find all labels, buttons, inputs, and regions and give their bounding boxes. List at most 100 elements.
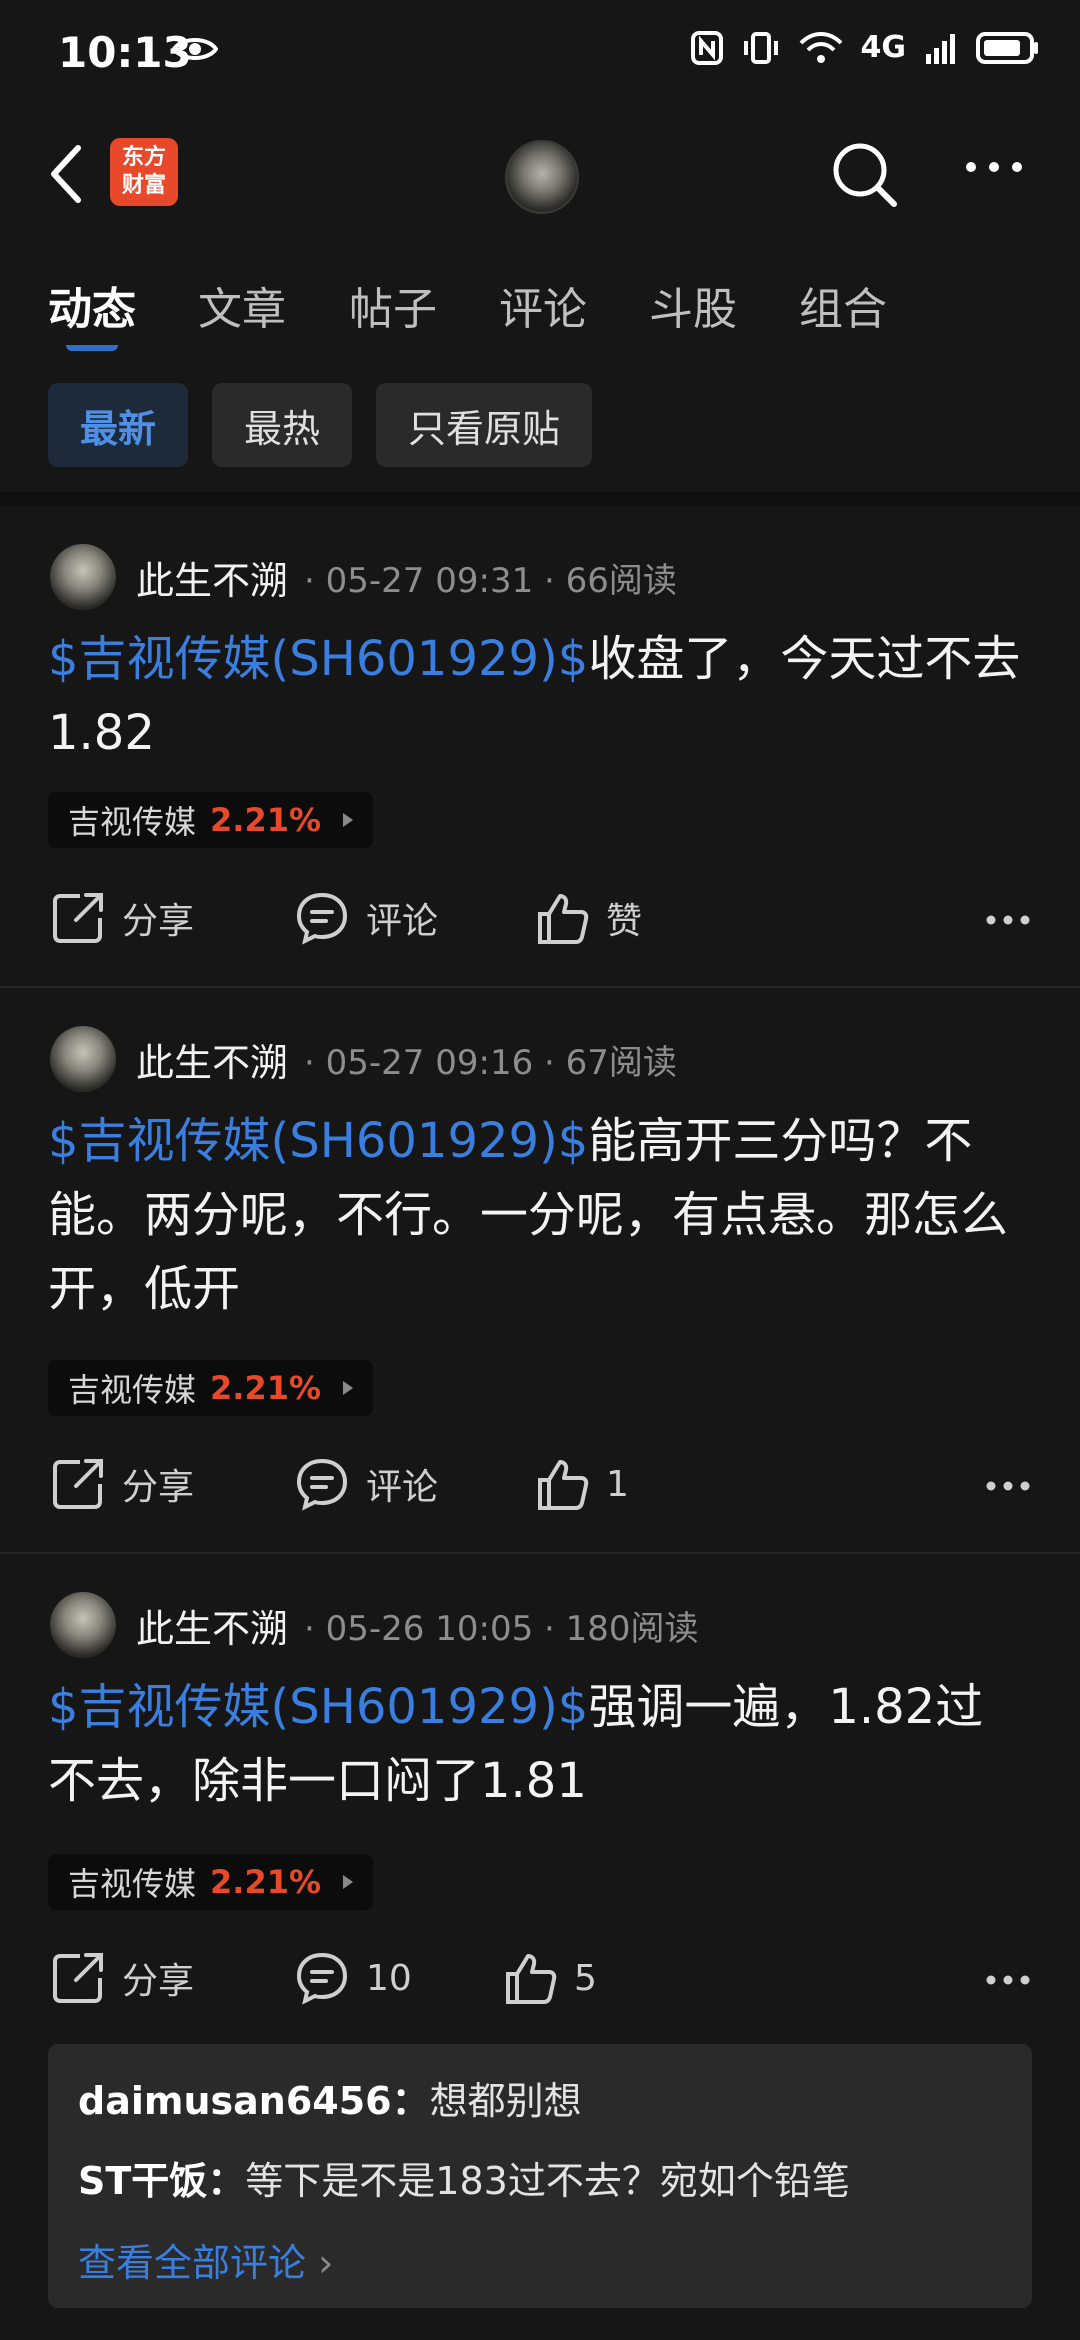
stock-tag[interactable]: 吉视传媒 2.21% xyxy=(48,792,374,848)
tab-posts[interactable]: 帖子 xyxy=(349,273,437,337)
thumbs-up-icon xyxy=(538,1460,589,1510)
battery-icon xyxy=(976,31,1038,64)
post-item[interactable]: 此生不溯 · 05-27 09:16 · 67阅读 $吉视传媒(SH601929… xyxy=(0,988,1080,1554)
comment-preview-box[interactable]: daimusan6456：想都别想 ST干饭：等下是不是183过不去？宛如个铅笔… xyxy=(48,2044,1032,2308)
section-divider xyxy=(0,492,1080,506)
share-label: 分享 xyxy=(122,901,195,942)
view-all-comments-link[interactable]: 查看全部评论 › xyxy=(78,2232,333,2287)
signal-icon xyxy=(926,33,955,64)
comment-button[interactable]: 评论 xyxy=(294,890,438,946)
stock-tag-name: 吉视传媒 xyxy=(68,1371,197,1409)
comment-text: 想都别想 xyxy=(429,2079,582,2123)
post-actions: 分享 10 5 xyxy=(50,1950,1030,2020)
share-button[interactable]: 分享 xyxy=(50,1456,194,1512)
comment-text: 等下是不是183过不去？宛如个铅笔 xyxy=(245,2159,850,2203)
post-content[interactable]: $吉视传媒(SH601929)$收盘了，今天过不去1.82 xyxy=(48,622,1028,770)
stock-tag[interactable]: 吉视传媒 2.21% xyxy=(48,1854,374,1910)
tab-portfolio[interactable]: 组合 xyxy=(799,273,887,337)
stock-tag-change: 2.21% xyxy=(210,1369,322,1407)
stock-tag-change: 2.21% xyxy=(210,1863,322,1901)
stock-link[interactable]: $吉视传媒(SH601929)$ xyxy=(48,631,588,687)
like-button[interactable]: 5 xyxy=(502,1950,597,2006)
caret-right-icon xyxy=(343,813,354,827)
like-button[interactable]: 1 xyxy=(534,1456,629,1512)
post-content[interactable]: $吉视传媒(SH601929)$能高开三分吗？不能。两分呢，不行。一分呢，有点悬… xyxy=(48,1104,1028,1326)
more-icon[interactable] xyxy=(986,1480,1030,1492)
comment-icon xyxy=(296,1458,348,1511)
stock-link[interactable]: $吉视传媒(SH601929)$ xyxy=(48,1113,588,1169)
post-author-row: 此生不溯 · 05-27 09:31 · 66阅读 xyxy=(50,544,677,610)
share-icon xyxy=(53,1459,103,1509)
post-author-row: 此生不溯 · 05-26 10:05 · 180阅读 xyxy=(50,1592,699,1658)
caret-right-icon xyxy=(343,1381,354,1395)
thumbs-up-icon xyxy=(538,894,589,944)
caret-right-icon xyxy=(343,1875,354,1889)
stock-tag[interactable]: 吉视传媒 2.21% xyxy=(48,1360,374,1416)
more-options-icon[interactable] xyxy=(964,160,1024,174)
tab-comments[interactable]: 评论 xyxy=(499,273,587,337)
comment-label: 评论 xyxy=(366,901,439,942)
more-icon[interactable] xyxy=(986,914,1030,926)
comment-button[interactable]: 10 xyxy=(294,1950,412,2006)
stock-tag-change: 2.21% xyxy=(210,801,322,839)
app-logo[interactable]: 东方 财富 xyxy=(110,138,178,206)
comment-user[interactable]: ST干饭： xyxy=(78,2159,245,2203)
filter-latest[interactable]: 最新 xyxy=(48,383,189,467)
filter-hottest[interactable]: 最热 xyxy=(212,383,353,467)
share-icon xyxy=(53,893,103,943)
tab-dynamics[interactable]: 动态 xyxy=(48,273,136,337)
chevron-right-icon: › xyxy=(318,2241,334,2285)
author-avatar[interactable] xyxy=(50,1026,116,1092)
stock-link[interactable]: $吉视传媒(SH601929)$ xyxy=(48,1679,588,1735)
top-bar: 东方 财富 xyxy=(0,120,1080,230)
comment-item[interactable]: ST干饭：等下是不是183过不去？宛如个铅笔 xyxy=(78,2150,850,2205)
logo-text-1: 东方 xyxy=(121,145,166,170)
post-item[interactable]: 此生不溯 · 05-27 09:31 · 66阅读 $吉视传媒(SH601929… xyxy=(0,506,1080,988)
more-icon[interactable] xyxy=(986,1974,1030,1986)
like-label: 赞 xyxy=(606,901,643,942)
active-tab-indicator xyxy=(66,335,118,351)
nfc-icon xyxy=(690,30,723,65)
like-count: 5 xyxy=(574,1957,597,1999)
tab-articles[interactable]: 文章 xyxy=(198,273,286,337)
tab-bar: 动态 文章 帖子 评论 斗股 组合 xyxy=(0,265,1080,345)
comment-item[interactable]: daimusan6456：想都别想 xyxy=(78,2070,582,2125)
status-bar: 10:13 4G xyxy=(0,0,1080,110)
author-avatar[interactable] xyxy=(50,1592,116,1658)
post-actions: 分享 评论 1 xyxy=(50,1456,1030,1526)
comment-user[interactable]: daimusan6456： xyxy=(78,2079,430,2123)
author-avatar[interactable] xyxy=(50,544,116,610)
share-button[interactable]: 分享 xyxy=(50,890,194,946)
search-icon[interactable] xyxy=(830,140,900,210)
author-name[interactable]: 此生不溯 xyxy=(136,1598,288,1653)
filter-original-only[interactable]: 只看原贴 xyxy=(376,383,593,467)
post-meta: · 05-27 09:31 · 66阅读 xyxy=(304,560,677,601)
author-name[interactable]: 此生不溯 xyxy=(136,550,288,605)
share-label: 分享 xyxy=(122,1961,195,2002)
post-actions: 分享 评论 赞 xyxy=(50,890,1030,960)
stock-tag-name: 吉视传媒 xyxy=(68,803,197,841)
view-all-label: 查看全部评论 xyxy=(78,2241,307,2285)
like-button[interactable]: 赞 xyxy=(534,890,642,946)
tab-stock-battle[interactable]: 斗股 xyxy=(649,273,737,337)
post-author-row: 此生不溯 · 05-27 09:16 · 67阅读 xyxy=(50,1026,677,1092)
vibrate-icon xyxy=(743,31,778,64)
eye-icon xyxy=(172,38,218,60)
status-icons: 4G xyxy=(690,30,1041,65)
comment-button[interactable]: 评论 xyxy=(294,1456,438,1512)
profile-avatar[interactable] xyxy=(505,140,579,214)
stock-tag-name: 吉视传媒 xyxy=(68,1865,197,1903)
like-count: 1 xyxy=(606,1463,629,1505)
back-arrow-icon[interactable] xyxy=(46,142,86,206)
thumbs-up-icon xyxy=(506,1954,557,2004)
wifi-icon xyxy=(799,31,842,63)
comment-icon xyxy=(296,1952,348,2005)
logo-text-2: 财富 xyxy=(121,173,166,198)
comment-count: 10 xyxy=(366,1957,412,1999)
share-icon xyxy=(53,1953,103,2003)
author-name[interactable]: 此生不溯 xyxy=(136,1032,288,1087)
post-meta: · 05-26 10:05 · 180阅读 xyxy=(304,1608,699,1649)
filter-chips: 最新 最热 只看原贴 xyxy=(48,383,593,467)
post-content[interactable]: $吉视传媒(SH601929)$强调一遍，1.82过不去，除非一口闷了1.81 xyxy=(48,1670,1028,1818)
share-button[interactable]: 分享 xyxy=(50,1950,194,2006)
